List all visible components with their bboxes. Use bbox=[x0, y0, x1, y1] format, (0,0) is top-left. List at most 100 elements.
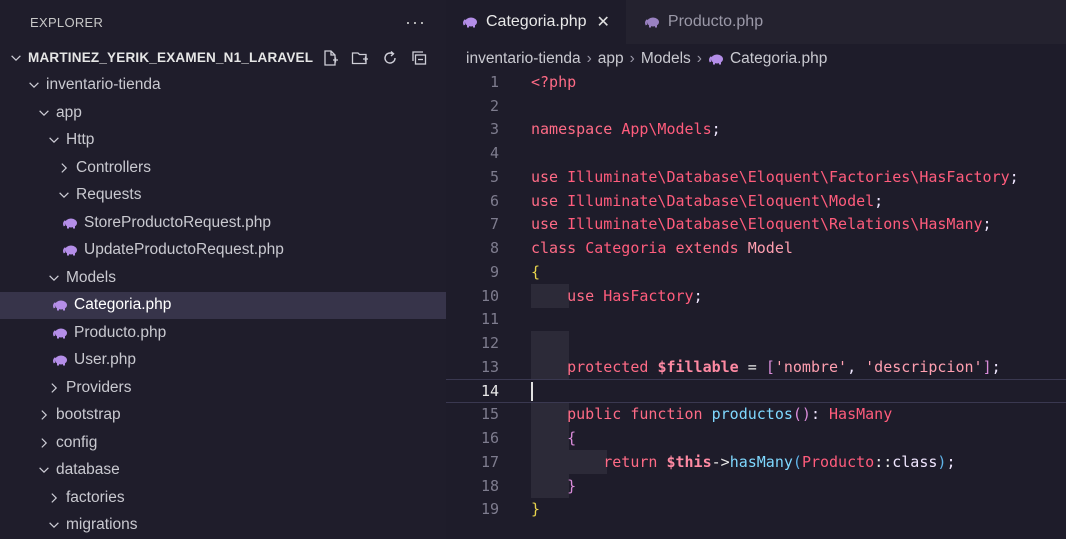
code-line[interactable]: 9{ bbox=[446, 260, 1066, 284]
line-number: 7 bbox=[489, 215, 499, 234]
code-line[interactable]: 6 use Illuminate\Database\Eloquent\Model; bbox=[446, 189, 1066, 213]
code-line[interactable]: 4 bbox=[446, 141, 1066, 165]
tree-item-label: database bbox=[56, 461, 120, 479]
chevron-right-icon: › bbox=[696, 50, 702, 67]
code-line[interactable]: 15 public function productos(): HasMany bbox=[446, 402, 1066, 427]
code-line[interactable]: 18 } bbox=[446, 473, 1066, 498]
line-number: 9 bbox=[489, 262, 499, 281]
chevron-right-icon bbox=[46, 490, 62, 506]
tree-folder-database[interactable]: database bbox=[0, 457, 446, 485]
line-text: use Illuminate\Database\Eloquent\Factori… bbox=[531, 167, 1019, 186]
refresh-icon[interactable] bbox=[380, 48, 400, 68]
code-line[interactable]: 12 bbox=[446, 331, 1066, 355]
tree-folder-controllers[interactable]: Controllers bbox=[0, 154, 446, 182]
php-elephant-icon bbox=[62, 242, 78, 258]
tab-producto[interactable]: Producto.php bbox=[625, 0, 790, 44]
tree-folder-requests[interactable]: Requests bbox=[0, 182, 446, 210]
code-line[interactable]: 3 namespace App\Models; bbox=[446, 118, 1066, 142]
line-number: 14 bbox=[480, 381, 499, 400]
tree-folder-http[interactable]: Http bbox=[0, 127, 446, 155]
code-line[interactable]: 13 protected $fillable = ['nombre', 'des… bbox=[446, 355, 1066, 379]
line-number: 19 bbox=[480, 500, 499, 519]
workspace-root[interactable]: MARTINEZ_YERIK_EXAMEN_N1_LARAVEL bbox=[0, 44, 446, 72]
tree-item-label: UpdateProductoRequest.php bbox=[84, 241, 284, 259]
tree-file-user[interactable]: User.php bbox=[0, 347, 446, 375]
tree-item-label: inventario-tienda bbox=[46, 76, 161, 94]
line-text: { bbox=[531, 262, 541, 281]
chevron-right-icon bbox=[36, 435, 52, 451]
new-folder-icon[interactable] bbox=[350, 48, 370, 68]
tree-file-storeproductorequest[interactable]: StoreProductoRequest.php bbox=[0, 209, 446, 237]
code-line[interactable]: 1 <?php bbox=[446, 70, 1066, 94]
chevron-down-icon bbox=[26, 77, 42, 93]
line-text: protected $fillable = ['nombre', 'descri… bbox=[567, 357, 1001, 376]
tree-item-label: Controllers bbox=[76, 158, 151, 176]
code-line-current[interactable]: 14 bbox=[446, 378, 1066, 403]
code-line[interactable]: 2 bbox=[446, 94, 1066, 118]
line-number: 6 bbox=[489, 191, 499, 210]
code-line[interactable]: 11 bbox=[446, 308, 1066, 332]
chevron-down-icon bbox=[36, 462, 52, 478]
chevron-down-icon bbox=[56, 187, 72, 203]
new-file-icon[interactable] bbox=[320, 48, 340, 68]
editor-area: Categoria.php ✕ Producto.php inventario-… bbox=[446, 0, 1066, 539]
tab-categoria[interactable]: Categoria.php ✕ bbox=[446, 0, 626, 44]
tree-item-label: Producto.php bbox=[74, 323, 167, 341]
code-line[interactable]: 10 use HasFactory; bbox=[446, 283, 1066, 308]
php-elephant-icon bbox=[644, 14, 660, 30]
chevron-right-icon bbox=[46, 380, 62, 396]
tree-folder-inventario-tienda[interactable]: inventario-tienda bbox=[0, 72, 446, 100]
php-elephant-icon bbox=[462, 14, 478, 30]
code-line[interactable]: 16 { bbox=[446, 426, 1066, 450]
breadcrumb-item[interactable]: app bbox=[598, 50, 624, 68]
line-number: 3 bbox=[489, 120, 499, 139]
text-cursor bbox=[531, 381, 533, 401]
tree-folder-bootstrap[interactable]: bootstrap bbox=[0, 402, 446, 430]
line-text: class Categoria extends Model bbox=[531, 239, 793, 258]
code-view[interactable]: 1 <?php 2 3 namespace App\Models; 4 5 use I… bbox=[446, 70, 1066, 521]
line-text: use HasFactory; bbox=[567, 286, 703, 305]
close-icon[interactable]: ✕ bbox=[597, 12, 610, 32]
tab-label: Producto.php bbox=[667, 13, 764, 30]
tab-bar: Categoria.php ✕ Producto.php bbox=[446, 0, 1066, 44]
tree-item-label: Http bbox=[66, 131, 95, 149]
more-actions-icon[interactable]: ··· bbox=[405, 12, 426, 33]
tree-file-categoria[interactable]: Categoria.php bbox=[0, 291, 446, 319]
line-text: use Illuminate\Database\Eloquent\Model; bbox=[531, 191, 884, 210]
tree-item-label: StoreProductoRequest.php bbox=[84, 213, 271, 231]
line-number: 2 bbox=[489, 96, 499, 115]
tree-file-updateproductorequest[interactable]: UpdateProductoRequest.php bbox=[0, 237, 446, 265]
tree-folder-models[interactable]: Models bbox=[0, 264, 446, 292]
tree-folder-config[interactable]: config bbox=[0, 429, 446, 457]
php-elephant-icon bbox=[62, 215, 78, 231]
tab-label: Categoria.php bbox=[486, 13, 587, 30]
code-line[interactable]: 5 use Illuminate\Database\Eloquent\Factor… bbox=[446, 165, 1066, 189]
php-elephant-icon bbox=[52, 325, 68, 341]
breadcrumb-item[interactable]: inventario-tienda bbox=[466, 50, 581, 68]
code-line[interactable]: 17 return $this->hasMany(Producto::class… bbox=[446, 450, 1066, 474]
collapse-all-icon[interactable] bbox=[410, 48, 430, 68]
breadcrumb-item[interactable]: Models bbox=[641, 50, 691, 68]
tree-folder-app[interactable]: app bbox=[0, 99, 446, 127]
tree-item-label: Providers bbox=[66, 378, 132, 396]
tree-file-producto[interactable]: Producto.php bbox=[0, 319, 446, 347]
code-line[interactable]: 8 class Categoria extends Model bbox=[446, 236, 1066, 260]
tree-item-label: User.php bbox=[74, 351, 137, 369]
php-elephant-icon bbox=[52, 297, 68, 313]
tree-folder-providers[interactable]: Providers bbox=[0, 374, 446, 402]
code-line[interactable]: 19} bbox=[446, 498, 1066, 522]
line-number: 15 bbox=[480, 405, 499, 424]
line-number: 4 bbox=[489, 144, 499, 163]
line-number: 11 bbox=[480, 310, 499, 329]
chevron-right-icon: › bbox=[586, 50, 592, 67]
tree-folder-factories[interactable]: factories bbox=[0, 484, 446, 512]
chevron-down-icon bbox=[8, 50, 24, 66]
breadcrumb-item[interactable]: Categoria.php bbox=[730, 50, 827, 68]
tree-item-label: migrations bbox=[66, 516, 138, 534]
tree-folder-migrations[interactable]: migrations bbox=[0, 512, 446, 539]
code-line[interactable]: 7 use Illuminate\Database\Eloquent\Relati… bbox=[446, 213, 1066, 237]
php-elephant-icon bbox=[52, 352, 68, 368]
line-number: 1 bbox=[489, 72, 499, 91]
line-text: namespace App\Models; bbox=[531, 120, 721, 139]
explorer-header: EXPLORER ··· bbox=[0, 0, 446, 44]
